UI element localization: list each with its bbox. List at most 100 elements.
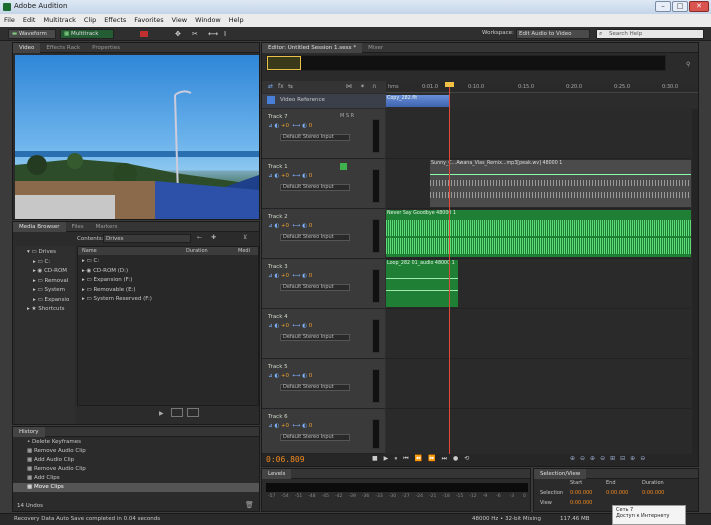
record-tool-icon[interactable] [140, 31, 148, 37]
tab-selection-view[interactable]: Selection/View [534, 469, 587, 479]
tree-item-expansion[interactable]: ▸ ▭ Expansio [27, 296, 75, 306]
overview-view-range[interactable] [267, 56, 301, 70]
track-input-select[interactable]: Default Stereo Input [280, 234, 350, 241]
track-fx-icon[interactable]: fx [278, 83, 284, 90]
track-header-6[interactable]: Track 6 ⊿ ◐ +0 ⟷ ◐ 0 Default Stereo Inpu… [262, 409, 385, 454]
move-tool-icon[interactable]: ✥ [175, 30, 181, 38]
minimize-button[interactable]: – [655, 1, 671, 12]
menu-file[interactable]: File [0, 14, 19, 24]
track-volume[interactable]: ⊿ ◐ +0 ⟷ ◐ 0 [268, 273, 312, 279]
audio-clip-track2[interactable]: Never Say Goodbye 48000 1 [386, 210, 691, 257]
loop-preview-icon[interactable] [171, 408, 183, 417]
track-header-5[interactable]: Track 5 ⊿ ◐ +0 ⟷ ◐ 0 Default Stereo Inpu… [262, 359, 385, 409]
slip-tool-icon[interactable]: ⟷ [208, 30, 218, 38]
play-preview-icon[interactable]: ▶ [159, 410, 164, 417]
menu-edit[interactable]: Edit [19, 14, 40, 24]
contents-select[interactable]: Drives [103, 234, 191, 243]
track-input-select[interactable]: Default Stereo Input [280, 434, 350, 441]
audio-clip-track3[interactable]: Loop_282 01_audio 48000 1 [386, 260, 458, 307]
menu-clip[interactable]: Clip [80, 14, 100, 24]
solo-active-button[interactable] [340, 163, 347, 170]
track-msr-buttons[interactable]: M S R [340, 113, 354, 119]
tree-item-system[interactable]: ▸ ▭ System [27, 286, 75, 296]
video-clip[interactable]: Copy_282.flt [386, 95, 450, 107]
time-display[interactable]: 0:06.809 [266, 455, 305, 464]
selection-end[interactable]: 0:00.000 [606, 490, 628, 496]
col-duration[interactable]: Duration [186, 248, 208, 254]
audio-clip-track1[interactable]: Sunny_C...Awana_Vias_Remix...mp3[peak.wv… [430, 160, 691, 207]
headphones-icon[interactable]: ∩ [372, 83, 376, 90]
list-item[interactable]: ▸ ▭ Removable (E:) [82, 286, 258, 296]
tab-effects-rack[interactable]: Effects Rack [40, 43, 86, 53]
menu-window[interactable]: Window [191, 14, 225, 24]
menu-favorites[interactable]: Favorites [130, 14, 167, 24]
list-item[interactable]: ▸ ▭ Expansion (F:) [82, 276, 258, 286]
track-name[interactable]: Track 6 [268, 414, 288, 420]
track-header-2[interactable]: Track 2 ⊿ ◐ +0 ⟷ ◐ 0 Default Stereo Inpu… [262, 209, 385, 259]
snap-icon[interactable]: ⋈ [346, 83, 352, 90]
track-name[interactable]: Track 4 [268, 314, 288, 320]
track-name[interactable]: Track 3 [268, 264, 288, 270]
track-volume[interactable]: ⊿ ◐ +0 ⟷ ◐ 0 [268, 373, 312, 379]
delete-history-icon[interactable]: 🗑 [245, 501, 254, 509]
time-select-tool-icon[interactable]: I [224, 30, 226, 38]
tab-history[interactable]: History [13, 427, 45, 437]
track-header-3[interactable]: Track 3 ⊿ ◐ +0 ⟷ ◐ 0 Default Stereo Inpu… [262, 259, 385, 309]
zoom-icon[interactable]: ⚲ [686, 61, 690, 68]
tree-item-shortcuts[interactable]: ▸ ★ Shortcuts [27, 305, 75, 315]
history-item-selected[interactable]: ▦ Move Clips [13, 483, 259, 492]
filter-icon[interactable]: ⊻ [243, 234, 247, 241]
list-item[interactable]: ▸ ▭ C: [82, 257, 258, 267]
search-help-input[interactable]: Search Help [596, 29, 704, 39]
track-input-select[interactable]: Default Stereo Input [280, 184, 350, 191]
track-input-select[interactable]: Default Stereo Input [280, 334, 350, 341]
playhead[interactable] [449, 83, 450, 454]
track-name[interactable]: Track 1 [268, 164, 288, 170]
history-item[interactable]: ▦ Add Audio Clip [27, 456, 259, 465]
track-header-4[interactable]: Track 4 ⊿ ◐ +0 ⟷ ◐ 0 Default Stereo Inpu… [262, 309, 385, 359]
track-sends-icon[interactable]: ⇆ [288, 83, 293, 90]
history-item[interactable]: • Delete Keyframes [27, 438, 259, 447]
track-name[interactable]: Track 5 [268, 364, 288, 370]
playhead-handle[interactable] [445, 82, 454, 87]
history-item[interactable]: ▦ Add Clips [27, 474, 259, 483]
razor-tool-icon[interactable]: ✂ [192, 30, 198, 38]
track-name[interactable]: Track 7 [268, 114, 288, 120]
vertical-scrollbar[interactable] [692, 109, 698, 454]
tab-markers[interactable]: Markers [90, 222, 124, 232]
list-item[interactable]: ▸ ▭ System Reserved (F:) [82, 295, 258, 305]
tab-media-browser[interactable]: Media Browser [13, 222, 66, 232]
auto-play-icon[interactable] [187, 408, 199, 417]
add-shortcut-icon[interactable]: ✚ [211, 234, 216, 241]
track-input-select[interactable]: Default Stereo Input [280, 384, 350, 391]
history-item[interactable]: ▦ Remove Audio Clip [27, 447, 259, 456]
selection-duration[interactable]: 0:00.000 [642, 490, 664, 496]
tab-files[interactable]: Files [66, 222, 90, 232]
tree-item-c[interactable]: ▸ ▭ C: [27, 258, 75, 268]
workspace-select[interactable]: Edit Audio to Video [516, 29, 590, 39]
multitrack-view-button[interactable]: ▦ Multitrack [60, 29, 114, 39]
track-volume[interactable]: ⊿ ◐ +0 ⟷ ◐ 0 [268, 423, 312, 429]
tree-item-removal[interactable]: ▸ ▭ Removal [27, 277, 75, 287]
tab-levels[interactable]: Levels [262, 469, 292, 479]
transport-controls[interactable]: ■▶⏸⏮⏪⏩⏭●⟲ [372, 455, 475, 463]
menu-effects[interactable]: Effects [100, 14, 130, 24]
track-input-select[interactable]: Default Stereo Input [280, 134, 350, 141]
track-header-1[interactable]: Track 1 ⊿ ◐ +0 ⟷ ◐ 0 Default Stereo Inpu… [262, 159, 385, 209]
col-media[interactable]: Medi [238, 248, 250, 254]
tab-video[interactable]: Video [13, 43, 41, 53]
menu-view[interactable]: View [168, 14, 191, 24]
ripple-icon[interactable]: ✶ [360, 83, 365, 90]
close-button[interactable]: ✕ [689, 1, 709, 12]
track-volume[interactable]: ⊿ ◐ +0 ⟷ ◐ 0 [268, 123, 312, 129]
input-monitor-icon[interactable]: ⇄ [268, 83, 273, 90]
menu-help[interactable]: Help [225, 14, 248, 24]
selection-start[interactable]: 0:00.000 [570, 490, 592, 496]
track-volume[interactable]: ⊿ ◐ +0 ⟷ ◐ 0 [268, 323, 312, 329]
session-overview[interactable] [266, 55, 666, 71]
tab-editor[interactable]: Editor: Untitled Session 1.sesx * [262, 43, 363, 53]
track-volume[interactable]: ⊿ ◐ +0 ⟷ ◐ 0 [268, 173, 312, 179]
menu-multitrack[interactable]: Multitrack [39, 14, 79, 24]
waveform-view-button[interactable]: ▬ Waveform [8, 29, 56, 39]
tab-mixer[interactable]: Mixer [362, 43, 389, 53]
